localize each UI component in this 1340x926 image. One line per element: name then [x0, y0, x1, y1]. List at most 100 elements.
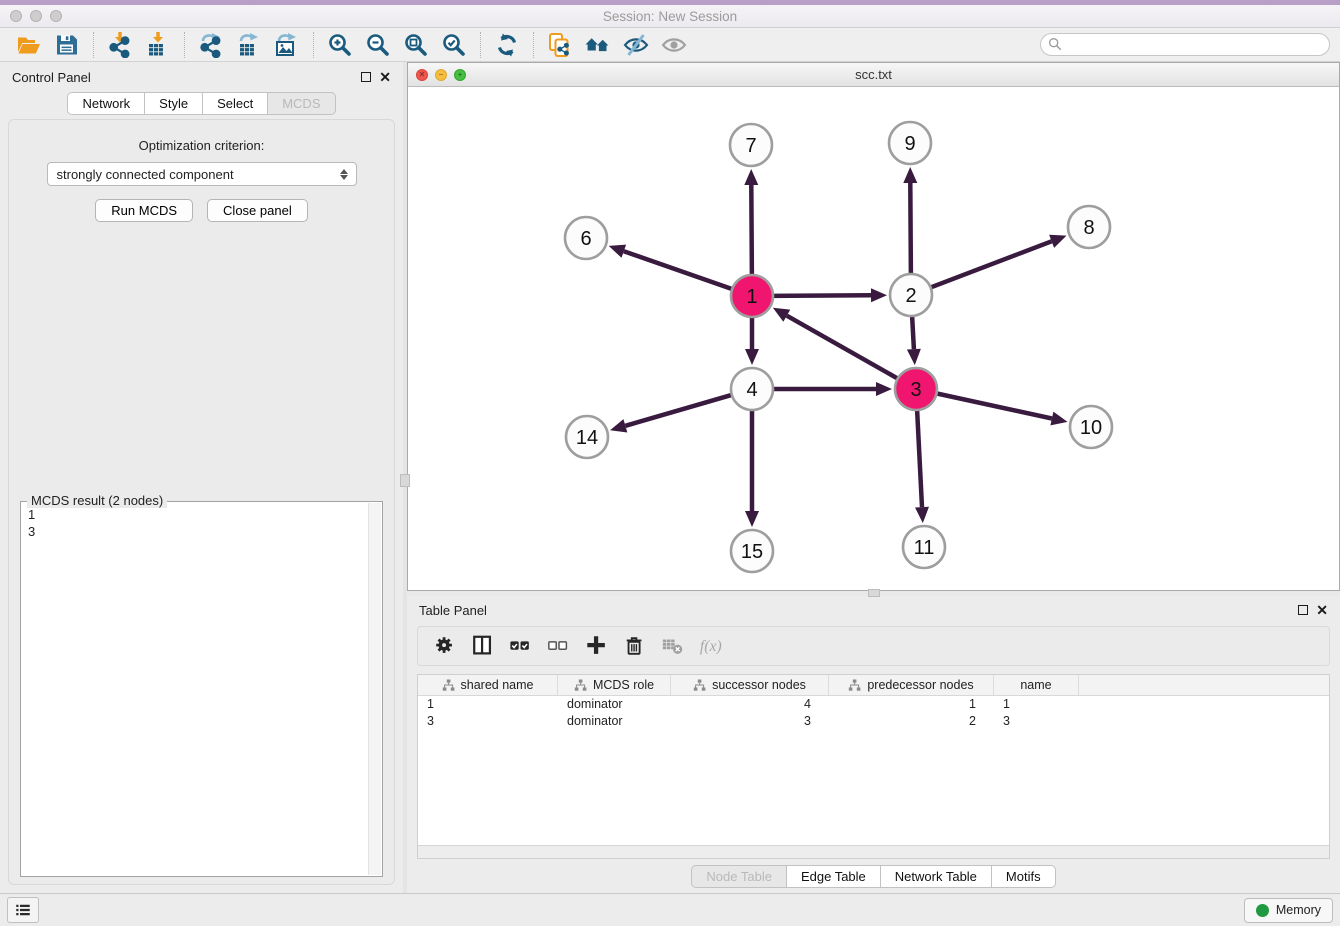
columns-icon[interactable] [466, 630, 500, 662]
tab-edge-table[interactable]: Edge Table [787, 865, 881, 888]
criterion-select[interactable]: strongly connected component [47, 162, 357, 186]
table-horizontal-scrollbar[interactable] [418, 845, 1329, 858]
tab-mcds[interactable]: MCDS [268, 92, 335, 115]
table-splitter[interactable] [407, 591, 1340, 596]
table-cell[interactable]: 1 [994, 696, 1079, 713]
graph-edge-1-2[interactable] [771, 295, 871, 296]
graph-edge-1-6[interactable] [624, 251, 734, 290]
graph-node-8[interactable]: 8 [1068, 206, 1110, 248]
graph-node-14[interactable]: 14 [566, 416, 608, 458]
column-header-shared-name[interactable]: shared name [418, 675, 558, 695]
graph-edge-2-8[interactable] [929, 241, 1052, 288]
import-network-icon[interactable] [101, 30, 139, 60]
zoom-selected-icon[interactable] [435, 30, 473, 60]
graph-node-2[interactable]: 2 [890, 274, 932, 316]
table-cell[interactable]: 2 [829, 713, 994, 730]
graph-node-15[interactable]: 15 [731, 530, 773, 572]
network-canvas[interactable]: 7 9 6 8 1 2 4 3 14 10 15 11 [408, 87, 1339, 590]
home-icon[interactable] [579, 30, 617, 60]
graph-edge-4-14[interactable] [625, 394, 733, 426]
memory-button[interactable]: Memory [1244, 898, 1333, 923]
zoom-in-icon[interactable] [321, 30, 359, 60]
graph-edge-3-11[interactable] [917, 408, 922, 507]
close-panel-icon[interactable]: ✕ [379, 70, 391, 84]
export-image-icon[interactable] [268, 30, 306, 60]
save-session-icon[interactable] [48, 30, 86, 60]
tab-network-table[interactable]: Network Table [881, 865, 992, 888]
close-panel-button[interactable]: Close panel [207, 199, 308, 222]
table-splitter-grip[interactable] [868, 589, 880, 597]
graph-edge-3-1[interactable] [787, 316, 900, 380]
graph-node-11[interactable]: 11 [903, 526, 945, 568]
graph-edge-1-7[interactable] [751, 185, 752, 277]
column-header-predecessor-nodes[interactable]: predecessor nodes [829, 675, 994, 695]
hide-selected-icon[interactable] [617, 30, 655, 60]
table-cell[interactable]: 3 [418, 713, 558, 730]
graph-edge-2-3[interactable] [912, 314, 914, 349]
table-settings-icon[interactable] [428, 630, 462, 662]
table-toolbar: f(x) [417, 626, 1330, 666]
result-scrollbar[interactable] [368, 503, 381, 875]
close-table-panel-icon[interactable]: ✕ [1316, 603, 1328, 617]
table-cell[interactable]: 1 [418, 696, 558, 713]
network-window-titlebar[interactable]: ✕ − + scc.txt [408, 63, 1339, 87]
show-all-icon [655, 30, 693, 60]
toolbar-separator [313, 32, 314, 58]
graph-node-3[interactable]: 3 [895, 368, 937, 410]
run-mcds-button[interactable]: Run MCDS [95, 199, 193, 222]
clone-network-icon[interactable] [541, 30, 579, 60]
open-file-icon[interactable] [10, 30, 48, 60]
hierarchy-icon [693, 679, 706, 692]
graph-node-4[interactable]: 4 [731, 368, 773, 410]
graph-node-9[interactable]: 9 [889, 122, 931, 164]
tab-node-table[interactable]: Node Table [691, 865, 787, 888]
delete-icon[interactable] [618, 630, 652, 662]
memory-status-icon [1256, 904, 1269, 917]
splitter-grip[interactable] [400, 474, 410, 487]
graph-edge-3-10[interactable] [935, 393, 1052, 419]
column-header-MCDS-role[interactable]: MCDS role [558, 675, 671, 695]
mcds-result-group: MCDS result (2 nodes) 1 3 [20, 501, 383, 877]
table-row[interactable]: 3dominator323 [418, 713, 1329, 730]
table-cell[interactable]: 3 [671, 713, 829, 730]
table-cell[interactable]: 4 [671, 696, 829, 713]
table-cell[interactable]: dominator [558, 713, 671, 730]
zoom-out-icon[interactable] [359, 30, 397, 60]
select-all-icon[interactable] [504, 630, 538, 662]
zoom-fit-icon[interactable] [397, 30, 435, 60]
search-input[interactable] [1040, 33, 1330, 56]
import-table-icon[interactable] [139, 30, 177, 60]
graph-node-7[interactable]: 7 [730, 124, 772, 166]
mcds-result-text[interactable]: 1 3 [22, 503, 367, 875]
float-panel-icon[interactable] [361, 72, 371, 82]
add-column-icon[interactable] [580, 630, 614, 662]
deselect-all-icon[interactable] [542, 630, 576, 662]
graph-node-10[interactable]: 10 [1070, 406, 1112, 448]
column-header-successor-nodes[interactable]: successor nodes [671, 675, 829, 695]
tab-style[interactable]: Style [145, 92, 203, 115]
export-table-icon[interactable] [230, 30, 268, 60]
export-network-icon[interactable] [192, 30, 230, 60]
tab-motifs[interactable]: Motifs [992, 865, 1056, 888]
toolbar-separator [93, 32, 94, 58]
table-header-row: shared nameMCDS rolesuccessor nodesprede… [418, 675, 1329, 696]
panel-splitter[interactable] [403, 62, 407, 893]
graph-node-1[interactable]: 1 [731, 275, 773, 317]
task-history-button[interactable] [7, 897, 39, 923]
table-cell[interactable]: 1 [829, 696, 994, 713]
float-table-panel-icon[interactable] [1298, 605, 1308, 615]
control-panel-tabs: NetworkStyleSelectMCDS [0, 92, 403, 115]
graph-node-label: 3 [910, 379, 921, 401]
column-header-name[interactable]: name [994, 675, 1079, 695]
graph-node-6[interactable]: 6 [565, 217, 607, 259]
table-cell[interactable]: dominator [558, 696, 671, 713]
tab-select[interactable]: Select [203, 92, 268, 115]
hierarchy-icon [848, 679, 861, 692]
table-cell[interactable]: 3 [994, 713, 1079, 730]
search-icon [1048, 37, 1062, 51]
control-panel-title: Control Panel [12, 70, 91, 85]
refresh-icon[interactable] [488, 30, 526, 60]
table-row[interactable]: 1dominator411 [418, 696, 1329, 713]
tab-network[interactable]: Network [67, 92, 145, 115]
graph-edge-2-9[interactable] [910, 183, 911, 276]
